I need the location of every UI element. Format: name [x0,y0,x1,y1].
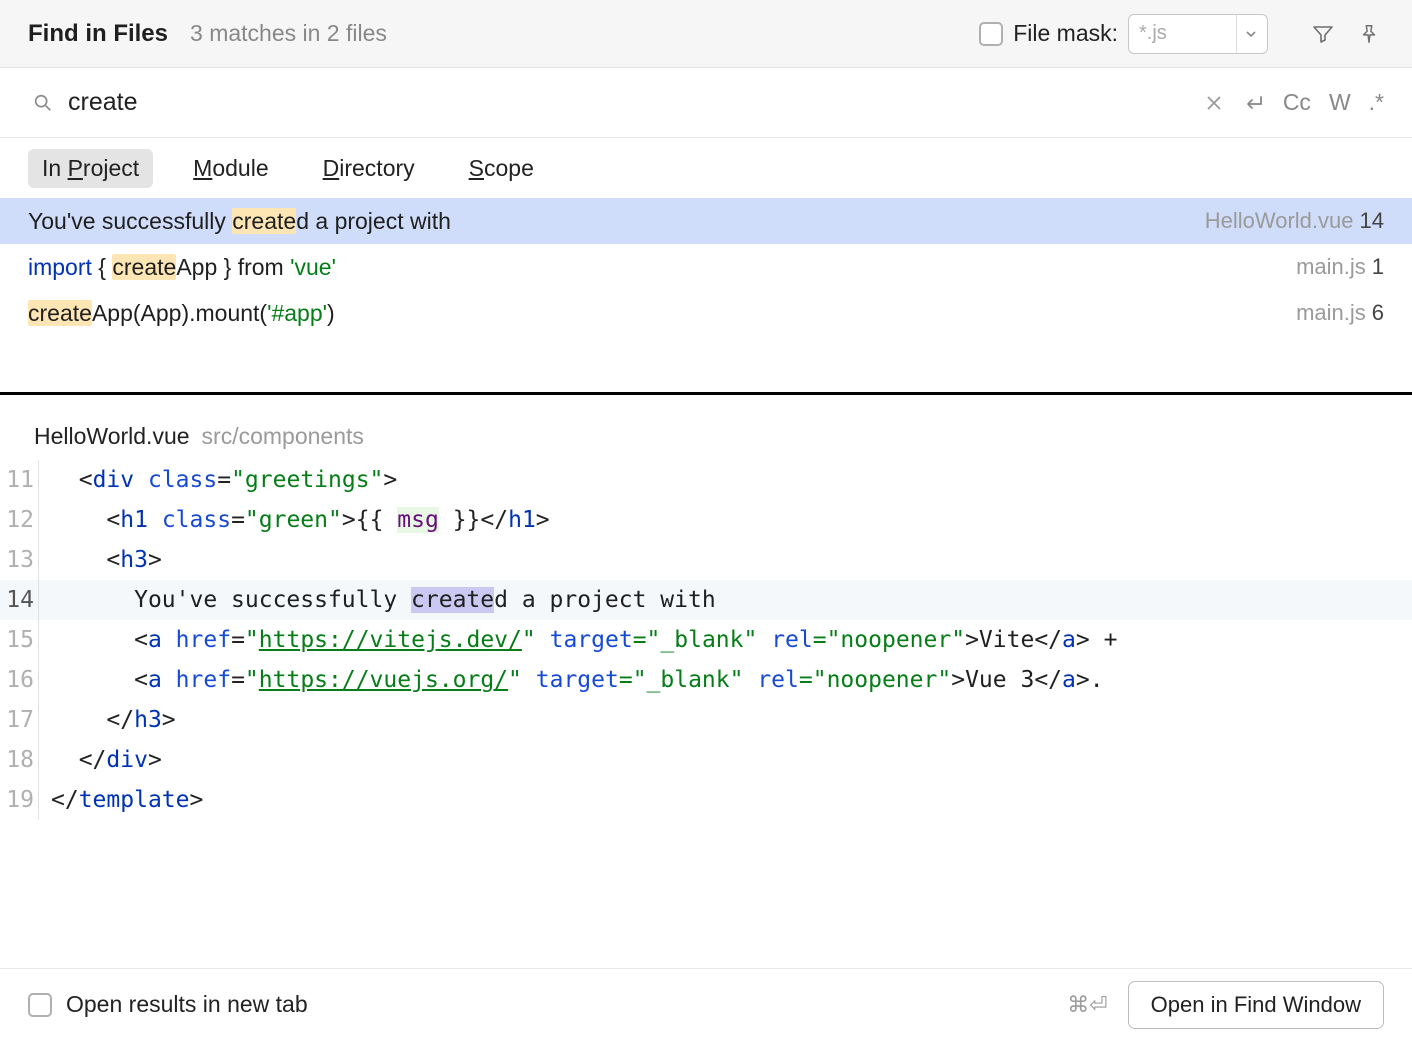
preview-file-name: HelloWorld.vue [34,423,190,450]
file-mask-label: File mask: [1013,20,1118,47]
file-mask-checkbox[interactable] [979,22,1003,46]
line-number: 16 [0,660,38,700]
line-number: 13 [0,540,38,580]
open-find-window-button[interactable]: Open in Find Window [1128,981,1384,1029]
search-row: Cc W .* [0,68,1412,138]
regex-toggle[interactable]: .* [1369,89,1384,116]
result-row[interactable]: import { createApp } from 'vue' main.js1 [0,244,1412,290]
editor-line: 19 </template> [0,780,1412,820]
result-text: import { createApp } from 'vue' [28,254,1280,281]
tab-scope[interactable]: Scope [455,149,548,188]
clear-icon[interactable] [1205,94,1223,112]
line-number: 12 [0,500,38,540]
preview-editor[interactable]: 11 <div class="greetings"> 12 <h1 class=… [0,456,1412,820]
shortcut-hint: ⌘⏎ [1067,992,1107,1018]
open-new-tab-label: Open results in new tab [66,991,308,1018]
result-row[interactable]: You've successfully created a project wi… [0,198,1412,244]
line-number: 14 [0,580,38,620]
result-file: main.js1 [1296,254,1384,280]
tab-in-project[interactable]: In Project [28,149,153,188]
line-number: 15 [0,620,38,660]
editor-line: 14 You've successfully created a project… [0,580,1412,620]
newline-icon[interactable] [1241,93,1265,113]
results-list: You've successfully created a project wi… [0,198,1412,336]
editor-line: 17 </h3> [0,700,1412,740]
line-number: 11 [0,460,38,500]
dialog-title: Find in Files [28,20,168,48]
line-number: 19 [0,780,38,820]
editor-line: 12 <h1 class="green">{{ msg }}</h1> [0,500,1412,540]
header: Find in Files 3 matches in 2 files File … [0,0,1412,68]
case-sensitive-toggle[interactable]: Cc [1283,89,1311,116]
file-mask-placeholder: *.js [1139,22,1236,45]
result-row[interactable]: createApp(App).mount('#app') main.js6 [0,290,1412,336]
pin-icon[interactable] [1354,19,1384,49]
result-text: You've successfully created a project wi… [28,208,1189,235]
open-new-tab-checkbox[interactable] [28,993,52,1017]
preview-file-path: src/components [202,423,364,450]
chevron-down-icon[interactable] [1236,15,1257,53]
tab-module[interactable]: Module [179,149,282,188]
file-mask-combo[interactable]: *.js [1128,14,1268,54]
result-text: createApp(App).mount('#app') [28,300,1280,327]
editor-line: 15 <a href="https://vitejs.dev/" target=… [0,620,1412,660]
line-number: 18 [0,740,38,780]
preview-header: HelloWorld.vue src/components [0,395,1412,456]
editor-line: 18 </div> [0,740,1412,780]
tab-directory[interactable]: Directory [309,149,429,188]
editor-line: 13 <h3> [0,540,1412,580]
search-input[interactable] [58,84,1187,121]
scope-tabs: In Project Module Directory Scope [0,138,1412,198]
search-icon[interactable] [28,88,58,118]
editor-line: 16 <a href="https://vuejs.org/" target="… [0,660,1412,700]
whole-words-toggle[interactable]: W [1329,89,1351,116]
footer: Open results in new tab ⌘⏎ Open in Find … [0,968,1412,1040]
result-file: main.js6 [1296,300,1384,326]
line-number: 17 [0,700,38,740]
matches-count: 3 matches in 2 files [190,20,387,47]
result-file: HelloWorld.vue14 [1205,208,1384,234]
filter-icon[interactable] [1308,19,1338,49]
editor-line: 11 <div class="greetings"> [0,460,1412,500]
